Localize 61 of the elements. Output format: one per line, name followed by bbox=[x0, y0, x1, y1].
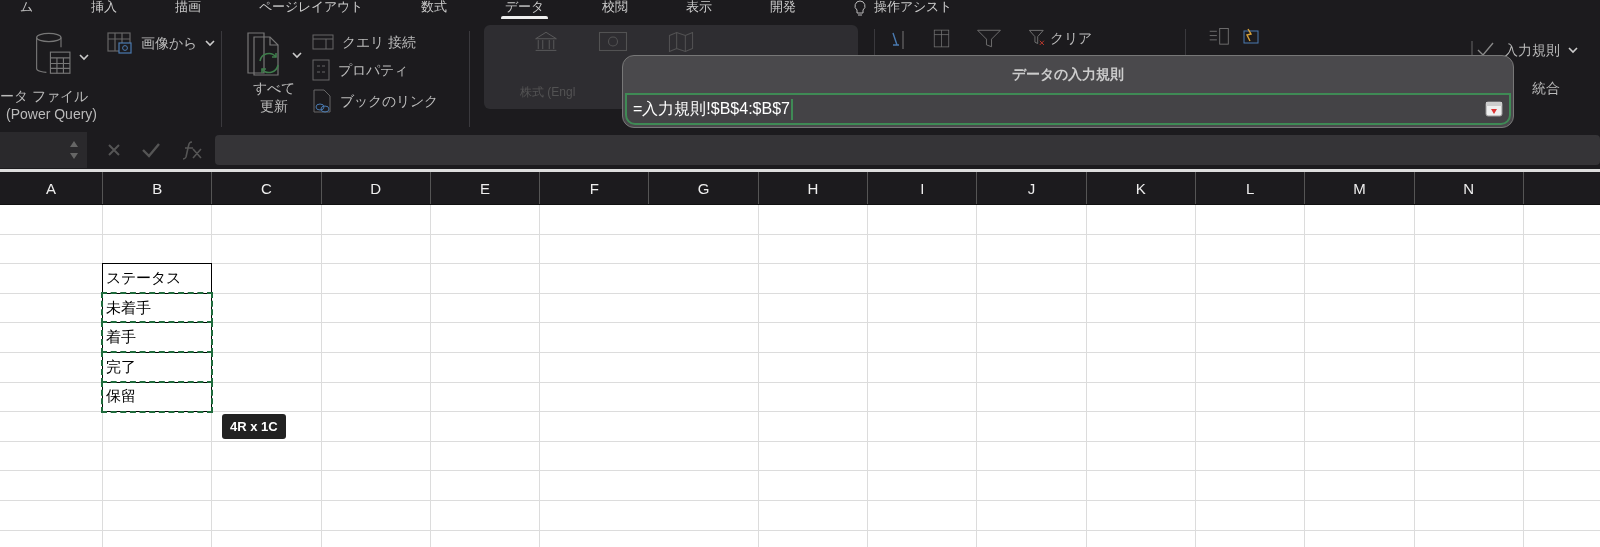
get-data-button[interactable]: ータ ファイル (Power Query) bbox=[0, 31, 98, 123]
clear-filter-icon bbox=[1028, 29, 1046, 47]
table-cell: 保留 bbox=[102, 381, 213, 413]
column-header[interactable]: G bbox=[649, 172, 759, 204]
column-header[interactable]: K bbox=[1086, 172, 1196, 204]
cancel-icon[interactable] bbox=[107, 143, 121, 157]
column-header[interactable]: I bbox=[868, 172, 978, 204]
sort-icon bbox=[889, 29, 907, 51]
expand-dialog-icon[interactable] bbox=[1485, 101, 1503, 117]
range-size-tooltip: 4R x 1C bbox=[222, 414, 286, 439]
column-header[interactable]: D bbox=[321, 172, 431, 204]
column-header[interactable]: E bbox=[430, 172, 541, 204]
map-icon bbox=[668, 31, 694, 53]
clear-button[interactable]: クリア bbox=[1028, 29, 1092, 47]
ribbon-tab[interactable]: 操作アシスト bbox=[854, 0, 952, 19]
table-cell: 完了 bbox=[102, 351, 213, 383]
lightbulb-icon bbox=[854, 0, 866, 16]
sort-dialog-icon bbox=[933, 29, 950, 48]
refresh-all-button[interactable]: すべて 更新 bbox=[246, 31, 302, 115]
range-input-field[interactable]: =入力規則!$B$4:$B$7 bbox=[625, 93, 1511, 125]
flash-fill-icon bbox=[1242, 27, 1262, 45]
column-header[interactable]: H bbox=[758, 172, 869, 204]
ribbon-tab[interactable]: 校閲 bbox=[602, 0, 628, 19]
dialog-title: データの入力規則 bbox=[1012, 65, 1124, 84]
ribbon-tab[interactable]: 開発 bbox=[770, 0, 796, 19]
ribbon-tab[interactable]: ム bbox=[20, 0, 33, 19]
column-header[interactable]: L bbox=[1195, 172, 1306, 204]
table-cell: 着手 bbox=[102, 322, 213, 353]
table-camera-icon bbox=[107, 31, 134, 55]
check-icon[interactable] bbox=[141, 142, 161, 158]
column-header[interactable]: J bbox=[977, 172, 1087, 204]
chevron-down-icon bbox=[1568, 46, 1578, 54]
ribbon-tab[interactable]: 描画 bbox=[175, 0, 201, 19]
column-header[interactable]: M bbox=[1305, 172, 1415, 204]
chevron-down-icon bbox=[205, 39, 216, 47]
bank-icon bbox=[534, 31, 558, 53]
from-image-button[interactable]: 画像から bbox=[107, 31, 216, 55]
table-cell: ステータス bbox=[102, 263, 213, 294]
text-to-columns-icon bbox=[1208, 27, 1230, 47]
query-command[interactable]: プロパティ bbox=[312, 59, 438, 81]
chevron-down-icon bbox=[292, 51, 302, 59]
query-command[interactable]: クエリ 接続 bbox=[312, 33, 438, 51]
ribbon-tab[interactable]: 数式 bbox=[421, 0, 447, 19]
filter-icon bbox=[976, 29, 1002, 48]
image-frame-icon bbox=[598, 31, 628, 52]
document-link-icon bbox=[312, 89, 332, 113]
ribbon-tab[interactable]: ページレイアウト bbox=[259, 0, 363, 19]
query-command[interactable]: ブックのリンク bbox=[312, 89, 438, 113]
function-icon[interactable] bbox=[181, 140, 203, 160]
column-header[interactable]: B bbox=[103, 172, 213, 204]
properties-list-icon bbox=[312, 59, 330, 81]
formula-field[interactable] bbox=[215, 135, 1600, 165]
column-header[interactable]: F bbox=[540, 172, 650, 204]
ribbon-tab[interactable]: 表示 bbox=[686, 0, 712, 19]
table-panel-icon bbox=[312, 34, 334, 50]
chevron-down-icon bbox=[79, 53, 89, 61]
table-cell: 未着手 bbox=[102, 292, 213, 324]
column-header[interactable]: A bbox=[0, 172, 103, 204]
ribbon-tab[interactable]: 挿入 bbox=[91, 0, 117, 19]
column-header[interactable]: N bbox=[1414, 172, 1524, 204]
column-header[interactable]: C bbox=[212, 172, 322, 204]
